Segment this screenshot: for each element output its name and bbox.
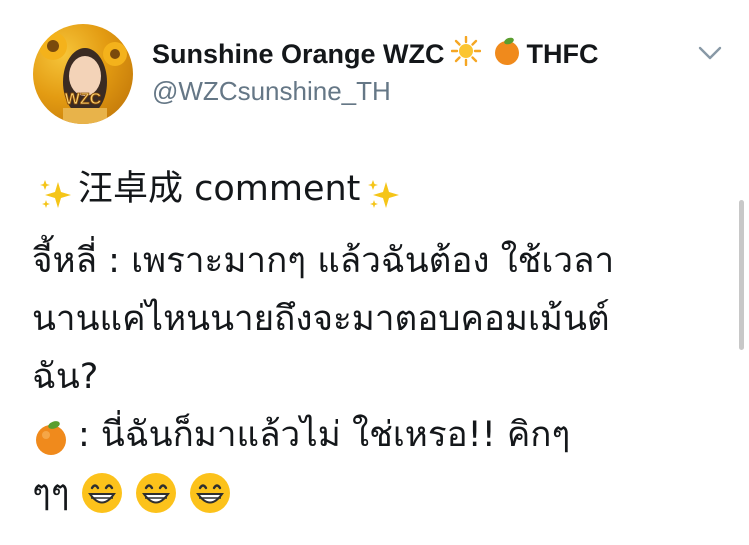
display-name-suffix: THFC <box>526 38 599 69</box>
grinning-face-emoji-icon <box>188 471 232 515</box>
chevron-down-icon[interactable] <box>696 42 724 64</box>
tweet-line-2: จี้หลี่ : เพราะมากๆ แล้วฉันต้อง ใช้เวลา <box>32 241 615 281</box>
tweet-line-1-text: 汪卓成 comment <box>78 169 361 209</box>
scrollbar[interactable] <box>739 200 744 350</box>
avatar[interactable]: WZC <box>33 24 133 124</box>
grinning-face-emoji-icon <box>80 471 124 515</box>
sparkles-emoji-icon <box>38 172 72 208</box>
tangerine-emoji-icon <box>493 36 521 73</box>
sparkles-emoji-icon <box>366 172 400 208</box>
tweet-line-1: 汪卓成 comment <box>32 160 722 218</box>
tweet-line-4: ฉัน? <box>32 357 99 397</box>
tweet-line-6-text: ๆๆ <box>32 473 70 513</box>
tweet-line-3: นานแค่ไหนนายถึงจะมาตอบคอมเม้นต์ <box>32 299 610 339</box>
tweet-text: 汪卓成 comment จี้หลี่ : เพราะมากๆ แล้วฉันต… <box>32 160 722 522</box>
tweet-line-5-text: : นี่ฉันก็มาแล้วไม่ ใช่เหรอ!! คิกๆ <box>78 415 571 455</box>
sun-emoji-icon <box>450 35 481 73</box>
display-name[interactable]: Sunshine Orange WZC THFC <box>152 34 599 74</box>
tweet-line-6: ๆๆ <box>32 464 722 522</box>
user-handle[interactable]: @WZCsunshine_TH <box>152 76 391 107</box>
tangerine-emoji-icon <box>32 416 70 455</box>
display-name-prefix: Sunshine Orange WZC <box>152 38 445 69</box>
avatar-logo-text: WZC <box>65 91 102 108</box>
tweet-header: WZC Sunshine Orange WZC THFC @WZCsunshin… <box>0 0 749 130</box>
grinning-face-emoji-icon <box>134 471 178 515</box>
tweet-line-5: : นี่ฉันก็มาแล้วไม่ ใช่เหรอ!! คิกๆ <box>32 406 722 464</box>
